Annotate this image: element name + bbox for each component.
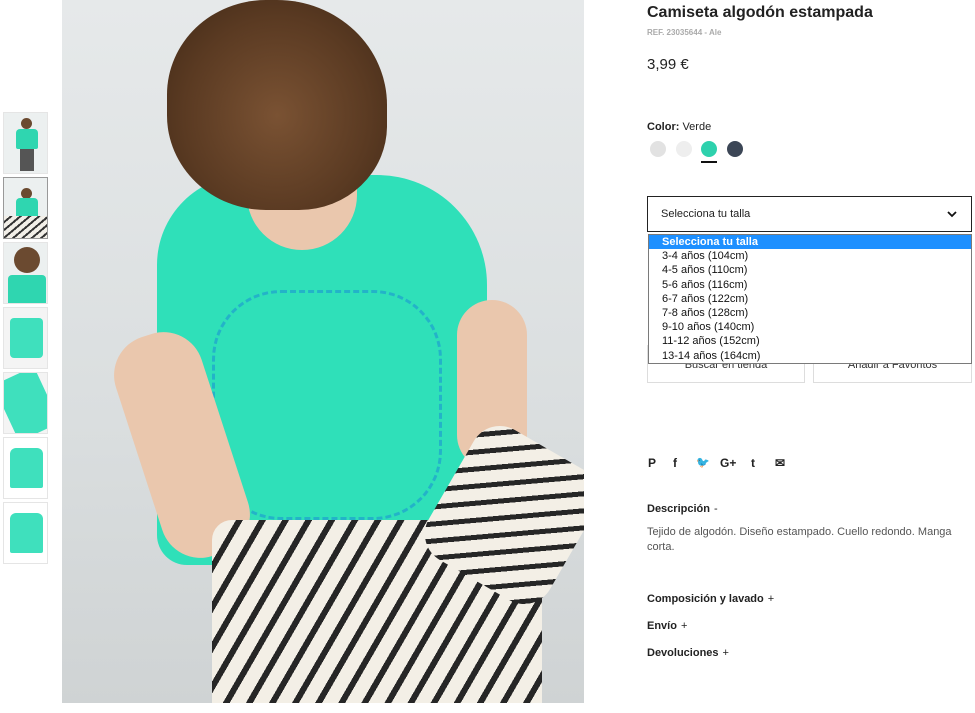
size-option[interactable]: 7-8 años (128cm)	[649, 306, 971, 320]
size-option[interactable]: 9-10 años (140cm)	[649, 320, 971, 334]
shipping-toggle[interactable]: Envío +	[647, 620, 687, 632]
size-option[interactable]: 13-14 años (164cm)	[649, 349, 971, 363]
thumbnail-1[interactable]	[3, 112, 48, 174]
color-label: Color: Verde	[647, 121, 711, 133]
main-product-image[interactable]	[62, 0, 584, 703]
description-toggle[interactable]: Descripción -	[647, 503, 718, 515]
thumb-stripes	[4, 216, 47, 238]
google-plus-icon[interactable]: G+	[720, 456, 736, 470]
thumbnail-7[interactable]	[3, 502, 48, 564]
returns-toggle[interactable]: Devoluciones +	[647, 647, 729, 659]
color-label-prefix: Color:	[647, 121, 680, 133]
color-swatch-blanco[interactable]	[676, 141, 692, 157]
product-reference: REF. 23035644 - Ale	[647, 28, 722, 37]
thumb-figure-shirt	[8, 275, 46, 303]
thumbnail-3[interactable]	[3, 242, 48, 304]
description-text: Tejido de algodón. Diseño estampado. Cue…	[647, 526, 952, 553]
pinterest-icon[interactable]: P	[648, 456, 656, 470]
size-option[interactable]: 4-5 años (110cm)	[649, 263, 971, 277]
thumbnail-4[interactable]	[3, 307, 48, 369]
photo-hair	[167, 0, 387, 210]
thumbnail-5[interactable]	[3, 372, 48, 434]
color-swatch-gris[interactable]	[650, 141, 666, 157]
thumb-folded-shirt	[10, 318, 43, 358]
size-option[interactable]: 5-6 años (116cm)	[649, 278, 971, 292]
thumb-fabric-detail	[4, 373, 47, 433]
size-option-placeholder[interactable]: Selecciona tu talla	[649, 235, 971, 250]
composition-title: Composición y lavado	[647, 593, 764, 605]
expand-icon: +	[767, 593, 775, 605]
size-dropdown-list: Selecciona tu talla 3-4 años (104cm) 4-5…	[648, 234, 972, 364]
thumb-figure-legs	[20, 149, 34, 171]
thumb-figure-shirt	[16, 198, 38, 218]
color-swatch-verde[interactable]	[701, 141, 717, 157]
chevron-down-icon	[947, 211, 957, 218]
expand-icon: +	[722, 647, 729, 659]
expand-icon: +	[680, 620, 688, 632]
color-value: Verde	[682, 121, 712, 133]
thumb-shirt-front	[10, 448, 43, 488]
size-option[interactable]: 11-12 años (152cm)	[649, 334, 971, 348]
thumbnail-2[interactable]	[3, 177, 48, 239]
returns-title: Devoluciones	[647, 647, 719, 659]
email-icon[interactable]: ✉	[775, 456, 785, 470]
selected-swatch-indicator	[701, 161, 717, 163]
thumb-figure-shirt	[16, 129, 38, 149]
thumb-figure-head	[21, 118, 32, 129]
size-select[interactable]: Selecciona tu talla	[647, 196, 972, 232]
thumb-shirt-back	[10, 513, 43, 553]
size-option[interactable]: 3-4 años (104cm)	[649, 249, 971, 263]
product-title: Camiseta algodón estampada	[647, 4, 873, 21]
collapse-icon: -	[713, 503, 718, 515]
twitter-icon[interactable]: 🐦	[696, 456, 710, 469]
photo-shirt-print	[212, 290, 442, 520]
thumb-figure-head	[14, 247, 40, 273]
size-option[interactable]: 6-7 años (122cm)	[649, 292, 971, 306]
tumblr-icon[interactable]: t	[751, 456, 755, 470]
facebook-icon[interactable]: f	[673, 456, 677, 470]
size-select-value: Selecciona tu talla	[661, 208, 751, 220]
color-swatch-azul-marino[interactable]	[727, 141, 743, 157]
shipping-title: Envío	[647, 620, 677, 632]
description-title: Descripción	[647, 503, 710, 515]
product-price: 3,99 €	[647, 56, 689, 73]
composition-toggle[interactable]: Composición y lavado +	[647, 593, 774, 605]
thumbnail-6[interactable]	[3, 437, 48, 499]
